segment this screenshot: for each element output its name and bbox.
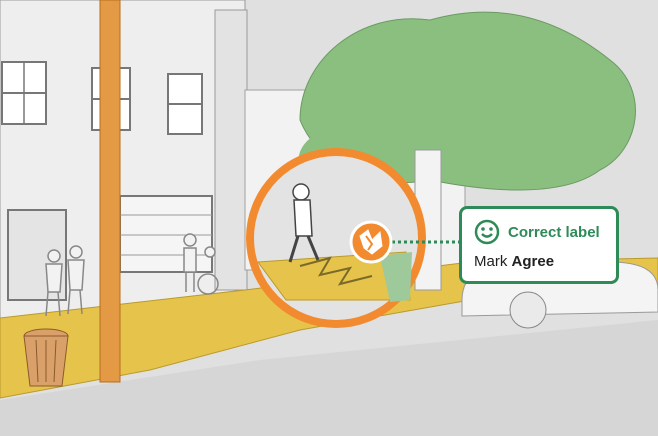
feedback-title: Correct label xyxy=(508,223,600,241)
window xyxy=(167,73,203,135)
crack-hazard-icon[interactable] xyxy=(349,220,393,264)
feedback-value: Agree xyxy=(511,253,555,270)
feedback-tooltip: Correct label Mark Agree xyxy=(459,206,619,284)
window xyxy=(1,61,47,125)
smile-icon xyxy=(474,219,500,245)
feedback-message: Mark Agree xyxy=(474,253,554,270)
zoom-highlight xyxy=(246,148,426,328)
feedback-prefix: Mark xyxy=(474,253,508,270)
utility-pole xyxy=(99,0,121,383)
feedback-header: Correct label xyxy=(474,219,600,245)
trash-can xyxy=(23,328,69,387)
